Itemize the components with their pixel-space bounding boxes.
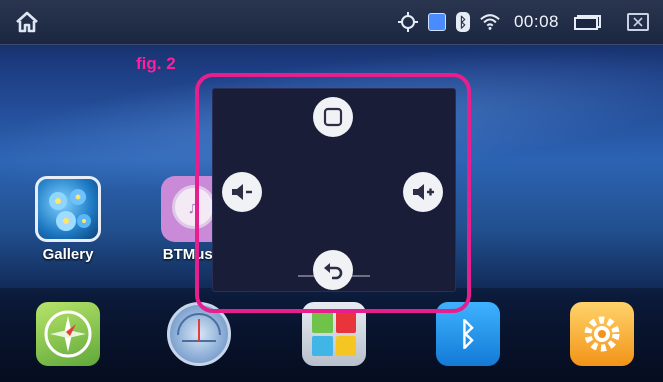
clock: 00:08 xyxy=(513,12,559,31)
home-icon[interactable] xyxy=(14,10,40,34)
gallery-icon xyxy=(35,176,101,242)
app-label-gallery: Gallery xyxy=(42,246,94,263)
app-gallery[interactable]: Gallery xyxy=(23,176,113,263)
figure-annotation-label: fig. 2 xyxy=(136,54,176,73)
grid-cell-yellow xyxy=(335,335,356,356)
navigation-icon[interactable] xyxy=(36,302,100,366)
grid-cell-red xyxy=(335,312,356,333)
wifi-icon xyxy=(480,12,500,32)
bluetooth-status-icon: ᛒ xyxy=(455,12,470,32)
gps-icon xyxy=(397,12,418,32)
grid-cell-green xyxy=(312,312,333,333)
close-window-icon[interactable] xyxy=(627,13,649,31)
screen: ᛒ 00:08 fig. 2 Gallery ♫ BTMusic ᛒ xyxy=(0,0,663,382)
status-icons: ᛒ 00:08 xyxy=(397,10,649,34)
figure-highlight-frame xyxy=(195,73,471,313)
grid-cell-blue xyxy=(312,335,333,356)
settings-icon[interactable] xyxy=(570,302,634,366)
recent-apps-icon[interactable] xyxy=(573,12,603,32)
status-bar: ᛒ 00:08 xyxy=(0,0,663,45)
image-notification-icon xyxy=(427,13,446,31)
